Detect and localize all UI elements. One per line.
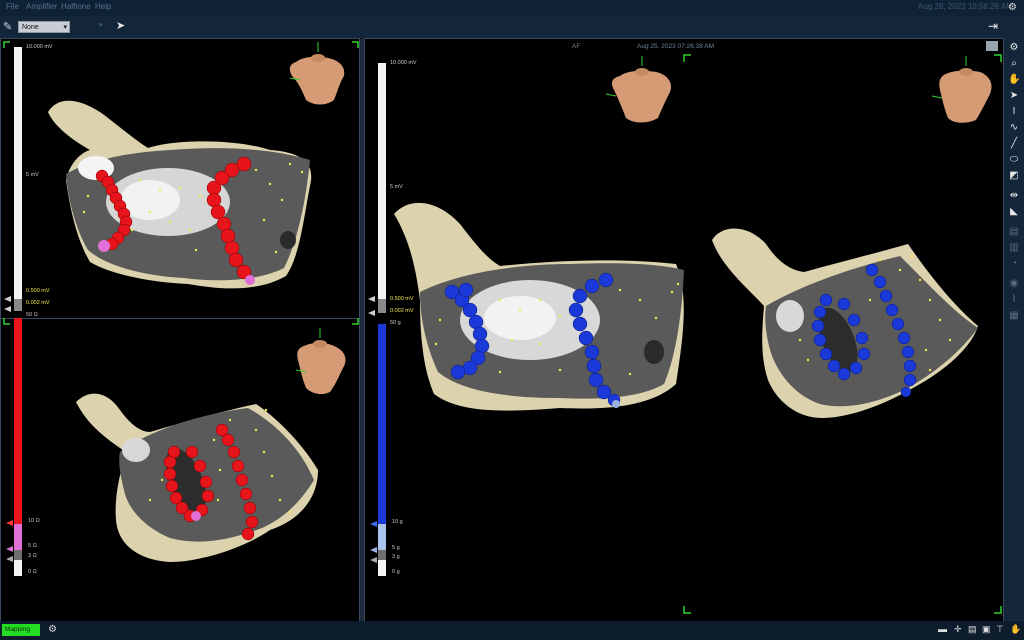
left-top-atrium-map xyxy=(48,100,312,289)
right-force-white-segment xyxy=(378,560,386,576)
left-voltage-top-label: 10.000 mV xyxy=(26,44,53,50)
right-tag-light-1 xyxy=(612,400,620,408)
stamp-icon[interactable]: ⊤ xyxy=(996,624,1004,635)
left-ohm-marker-3 xyxy=(6,556,13,562)
right-force-marker-2 xyxy=(370,547,377,553)
right-vein-ostium-1 xyxy=(644,340,664,364)
chart-icon[interactable]: ▦ xyxy=(1008,310,1020,322)
left-ohm-gray-segment xyxy=(14,550,22,560)
right-toolbar: ⚙ ⌕ ✋ ➤ I ∿ ╱ ⬭ ◩ ⇹ ◣ ▤ ▥ ◔ ◉ ⌇ ▦ xyxy=(1004,38,1024,620)
status-badge[interactable]: Mapping xyxy=(2,624,40,636)
text-cursor-icon[interactable]: I xyxy=(1008,106,1020,118)
right-voltage-mid-label: 5 mV xyxy=(390,184,403,190)
left-ohm-low1-label: 5 Ω xyxy=(28,543,37,549)
right-voltage-top-label: 10.000 mV xyxy=(390,60,417,66)
right-force-zero-label: 0 g xyxy=(392,569,400,575)
left-bottom-tag-pink xyxy=(191,511,201,521)
crosshair-icon[interactable]: ✛ xyxy=(954,624,962,635)
comment-icon[interactable]: ▬ xyxy=(938,624,947,634)
right-atrium-highlight-1 xyxy=(484,296,556,340)
ellipse-icon[interactable]: ⬭ xyxy=(1008,154,1020,166)
right-force-top-label: 50 g xyxy=(390,320,401,326)
pointer-icon[interactable]: ➤ xyxy=(1008,90,1020,102)
right-atrium-map-2 xyxy=(712,228,978,418)
left-top-tag-pink xyxy=(98,240,110,252)
right-voltage-low2-label: 0.002 mV xyxy=(390,308,414,314)
gear-icon[interactable]: ⚙ xyxy=(1008,42,1020,54)
left-ohm-bar xyxy=(14,318,22,524)
camera-icon[interactable]: ▣ xyxy=(982,624,991,635)
eraser-icon[interactable]: ◩ xyxy=(1008,170,1020,182)
left-ohm-marker-2 xyxy=(6,546,13,552)
right-force-light-segment xyxy=(378,524,386,550)
right-force-gray-segment xyxy=(378,550,386,560)
left-ohm-zero-label: 0 Ω xyxy=(28,569,37,575)
left-ohm-mid-label: 10 Ω xyxy=(28,518,40,524)
right-force-low2-label: 3 g xyxy=(392,554,400,560)
left-ohm-white-segment xyxy=(14,560,22,576)
curve-icon[interactable]: ∿ xyxy=(1008,122,1020,134)
map-canvas xyxy=(3,41,1002,614)
left-top-tag-pink-2 xyxy=(245,275,255,285)
left-voltage-marker-1 xyxy=(4,296,11,302)
left-voltage-low2-label: 0.002 mV xyxy=(26,300,50,306)
eye-icon[interactable]: ◉ xyxy=(1008,278,1020,290)
left-voltage-bar xyxy=(14,47,22,299)
layer-icon[interactable]: ▤ xyxy=(1008,226,1020,238)
right-force-marker-1 xyxy=(370,521,377,527)
probe-icon[interactable]: ◣ xyxy=(1008,206,1020,218)
torso-orientation-right-1 xyxy=(605,56,672,123)
hand-icon[interactable]: ✋ xyxy=(1008,74,1020,86)
hand-status-icon[interactable]: ✋ xyxy=(1010,624,1021,635)
paint-icon[interactable]: ▥ xyxy=(1008,242,1020,254)
right-voltage-marker-1 xyxy=(368,296,375,302)
measure-icon[interactable]: ⇹ xyxy=(1008,190,1020,202)
left-ohm-low2-label: 3 Ω xyxy=(28,553,37,559)
right-voltage-low-segment xyxy=(378,299,386,313)
right-atrium-white-2 xyxy=(776,300,804,332)
right-voltage-bar xyxy=(378,63,386,299)
right-force-bar xyxy=(378,324,386,524)
left-voltage-mid-label: 5 mV xyxy=(26,172,39,178)
right-atrium-map-1 xyxy=(394,202,684,411)
torso-orientation-left-bottom xyxy=(295,328,346,395)
left-voltage-low-segment xyxy=(14,299,22,311)
brush-icon[interactable]: ◔ xyxy=(1008,258,1020,270)
status-gear-icon[interactable]: ⚙ xyxy=(48,624,57,635)
atrium-voltage-white-bottom xyxy=(122,438,150,462)
waveform-icon[interactable]: ⌇ xyxy=(1008,294,1020,306)
left-voltage-marker-2 xyxy=(4,306,11,312)
left-ohm-top-label: 50 Ω xyxy=(26,312,38,318)
right-force-marker-3 xyxy=(370,557,377,563)
right-force-low1-label: 5 g xyxy=(392,545,400,551)
left-bottom-atrium-map xyxy=(76,393,318,562)
right-voltage-low1-label: 0.500 mV xyxy=(390,296,414,302)
document-icon[interactable]: ▤ xyxy=(968,624,977,635)
status-bar xyxy=(0,621,1024,640)
right-force-mid-label: 10 g xyxy=(392,519,403,525)
torso-orientation-left-top xyxy=(289,42,345,105)
vein-ostium xyxy=(280,231,296,249)
left-ohm-marker-1 xyxy=(6,520,13,526)
torso-orientation-right-2 xyxy=(931,56,992,123)
pen-icon[interactable]: ╱ xyxy=(1008,138,1020,150)
zoom-icon[interactable]: ⌕ xyxy=(1008,58,1020,70)
left-voltage-low1-label: 0.500 mV xyxy=(26,288,50,294)
left-ohm-pink-segment xyxy=(14,524,22,550)
right-voltage-marker-2 xyxy=(368,310,375,316)
